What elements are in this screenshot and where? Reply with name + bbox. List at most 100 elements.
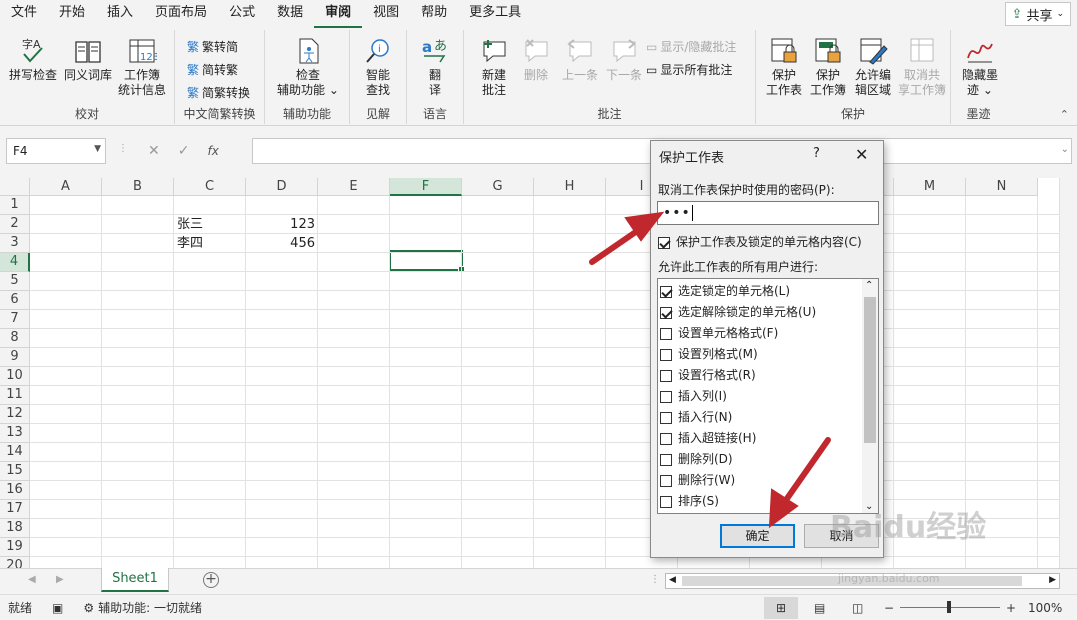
row-header[interactable]: 16 bbox=[0, 481, 30, 500]
normal-view-icon[interactable]: ⊞ bbox=[764, 596, 798, 619]
zoom-out-icon[interactable]: − bbox=[884, 601, 894, 615]
menu-tab[interactable]: 插入 bbox=[96, 0, 144, 28]
column-header[interactable]: F bbox=[390, 178, 462, 196]
checkbox-icon[interactable] bbox=[658, 236, 670, 249]
cell-D2[interactable]: 123 bbox=[247, 215, 315, 234]
macro-record-icon[interactable]: ▣ bbox=[52, 601, 63, 615]
chevron-down-icon[interactable]: ▼ bbox=[94, 144, 101, 154]
trad-to-simp-button[interactable]: 繁繁转简 bbox=[187, 38, 238, 55]
permission-item[interactable]: 插入列(I) bbox=[660, 387, 727, 404]
row-header[interactable]: 3 bbox=[0, 234, 30, 253]
column-header[interactable]: D bbox=[246, 178, 318, 196]
column-header[interactable]: A bbox=[30, 178, 102, 196]
row-header[interactable]: 11 bbox=[0, 386, 30, 405]
row-header[interactable]: 17 bbox=[0, 500, 30, 519]
permission-item[interactable]: 设置单元格格式(F) bbox=[660, 324, 778, 341]
close-icon[interactable]: ✕ bbox=[855, 145, 868, 164]
protect-contents-checkbox[interactable]: 保护工作表及锁定的单元格内容(C) bbox=[658, 233, 862, 250]
checkbox-icon[interactable] bbox=[660, 348, 672, 361]
permission-item[interactable]: 插入超链接(H) bbox=[660, 429, 756, 446]
smart-lookup-button[interactable]: i 智能 查找 bbox=[356, 36, 400, 98]
row-header[interactable]: 5 bbox=[0, 272, 30, 291]
scroll-left-icon[interactable]: ◀ bbox=[669, 575, 676, 585]
cell-D3[interactable]: 456 bbox=[247, 234, 315, 253]
enter-icon[interactable]: ✓ bbox=[178, 143, 190, 159]
checkbox-icon[interactable] bbox=[660, 432, 672, 445]
menu-tab[interactable]: 文件 bbox=[0, 0, 48, 28]
checkbox-icon[interactable] bbox=[660, 285, 672, 298]
row-header[interactable]: 14 bbox=[0, 443, 30, 462]
new-comment-button[interactable]: 新建 批注 bbox=[472, 36, 516, 98]
checkbox-icon[interactable] bbox=[660, 390, 672, 403]
zoom-slider-thumb[interactable] bbox=[947, 601, 951, 613]
protect-workbook-button[interactable]: 保护 工作簿 bbox=[806, 36, 850, 98]
protect-sheet-button[interactable]: 保护 工作表 bbox=[762, 36, 806, 98]
ok-button[interactable]: 确定 bbox=[720, 524, 795, 548]
checkbox-icon[interactable] bbox=[660, 306, 672, 319]
workbook-stats-button[interactable]: 123 工作簿 统计信息 bbox=[116, 36, 168, 98]
menu-tab[interactable]: 开始 bbox=[48, 0, 96, 28]
row-header[interactable]: 12 bbox=[0, 405, 30, 424]
simp-to-trad-button[interactable]: 繁简转繁 bbox=[187, 61, 238, 78]
name-box[interactable]: F4 ▼ bbox=[6, 138, 106, 164]
active-cell-selection[interactable] bbox=[389, 250, 465, 273]
checkbox-icon[interactable] bbox=[660, 411, 672, 424]
hide-ink-button[interactable]: 隐藏墨迹 ⌄ bbox=[957, 36, 1003, 98]
sheet-tab[interactable]: Sheet1 bbox=[101, 568, 169, 592]
menu-tab[interactable]: 数据 bbox=[266, 0, 314, 28]
column-header[interactable]: G bbox=[462, 178, 534, 196]
unshare-workbook-button[interactable]: 取消共 享工作簿 bbox=[896, 36, 948, 98]
permission-item[interactable]: 删除行(W) bbox=[660, 471, 735, 488]
permission-item[interactable]: 选定解除锁定的单元格(U) bbox=[660, 303, 816, 320]
permission-item[interactable]: 设置列格式(M) bbox=[660, 345, 758, 362]
column-header[interactable]: H bbox=[534, 178, 606, 196]
show-all-comments-button[interactable]: ▭ 显示所有批注 bbox=[646, 61, 732, 78]
menu-tab[interactable]: 更多工具 bbox=[458, 0, 532, 28]
collapse-ribbon-icon[interactable]: ⌃ bbox=[1060, 108, 1069, 121]
row-header[interactable]: 8 bbox=[0, 329, 30, 348]
translate-button[interactable]: aあ 翻译 bbox=[415, 36, 455, 98]
scroll-right-icon[interactable]: ▶ bbox=[1049, 575, 1056, 585]
permissions-list[interactable]: ⌃ ⌄ 选定锁定的单元格(L) 选定解除锁定的单元格(U) 设置单元格格式(F) 设置… bbox=[657, 278, 879, 514]
thesaurus-button[interactable]: 同义词库 bbox=[62, 36, 114, 83]
column-header[interactable]: B bbox=[102, 178, 174, 196]
spell-check-button[interactable]: 字A 拼写检查 bbox=[6, 36, 60, 83]
row-header[interactable]: 9 bbox=[0, 348, 30, 367]
page-layout-icon[interactable]: ▤ bbox=[814, 601, 825, 615]
row-header[interactable]: 19 bbox=[0, 538, 30, 557]
checkbox-icon[interactable] bbox=[660, 453, 672, 466]
check-accessibility-button[interactable]: 检查 辅助功能 ⌄ bbox=[273, 36, 343, 98]
permission-item[interactable]: 排序(S) bbox=[660, 492, 719, 509]
page-break-icon[interactable]: ◫ bbox=[852, 601, 863, 615]
show-hide-comment-button[interactable]: ▭ 显示/隐藏批注 bbox=[646, 38, 736, 55]
row-header[interactable]: 7 bbox=[0, 310, 30, 329]
menu-tab[interactable]: 公式 bbox=[218, 0, 266, 28]
checkbox-icon[interactable] bbox=[660, 474, 672, 487]
column-header[interactable]: N bbox=[966, 178, 1038, 196]
row-header[interactable]: 15 bbox=[0, 462, 30, 481]
permission-item[interactable]: 删除列(D) bbox=[660, 450, 733, 467]
zoom-in-icon[interactable]: + bbox=[1006, 601, 1016, 615]
checkbox-icon[interactable] bbox=[660, 327, 672, 340]
zoom-level[interactable]: 100% bbox=[1028, 601, 1062, 615]
column-header[interactable]: E bbox=[318, 178, 390, 196]
cell-C3[interactable]: 李四 bbox=[177, 234, 203, 253]
row-header[interactable]: 18 bbox=[0, 519, 30, 538]
select-all-corner[interactable] bbox=[0, 178, 30, 196]
prev-comment-button[interactable]: 上一条 bbox=[558, 36, 602, 83]
checkbox-icon[interactable] bbox=[660, 369, 672, 382]
share-button[interactable]: ⇪ 共享 ⌄ bbox=[1004, 2, 1071, 26]
permissions-scroll-thumb[interactable] bbox=[864, 297, 876, 443]
row-header[interactable]: 2 bbox=[0, 215, 30, 234]
help-icon[interactable]: ? bbox=[813, 146, 820, 161]
accessibility-status[interactable]: 辅助功能: 一切就绪 bbox=[98, 599, 202, 616]
menu-tab[interactable]: 帮助 bbox=[410, 0, 458, 28]
vertical-scrollbar[interactable] bbox=[1059, 178, 1077, 568]
row-header[interactable]: 4 bbox=[0, 253, 30, 272]
next-sheet-icon[interactable]: ▶ bbox=[56, 574, 64, 585]
menu-tab[interactable]: 视图 bbox=[362, 0, 410, 28]
permission-item[interactable]: 选定锁定的单元格(L) bbox=[660, 282, 790, 299]
add-sheet-icon[interactable]: + bbox=[203, 572, 219, 588]
scroll-up-icon[interactable]: ⌃ bbox=[865, 280, 873, 291]
convert-button[interactable]: 繁简繁转换 bbox=[187, 84, 250, 101]
